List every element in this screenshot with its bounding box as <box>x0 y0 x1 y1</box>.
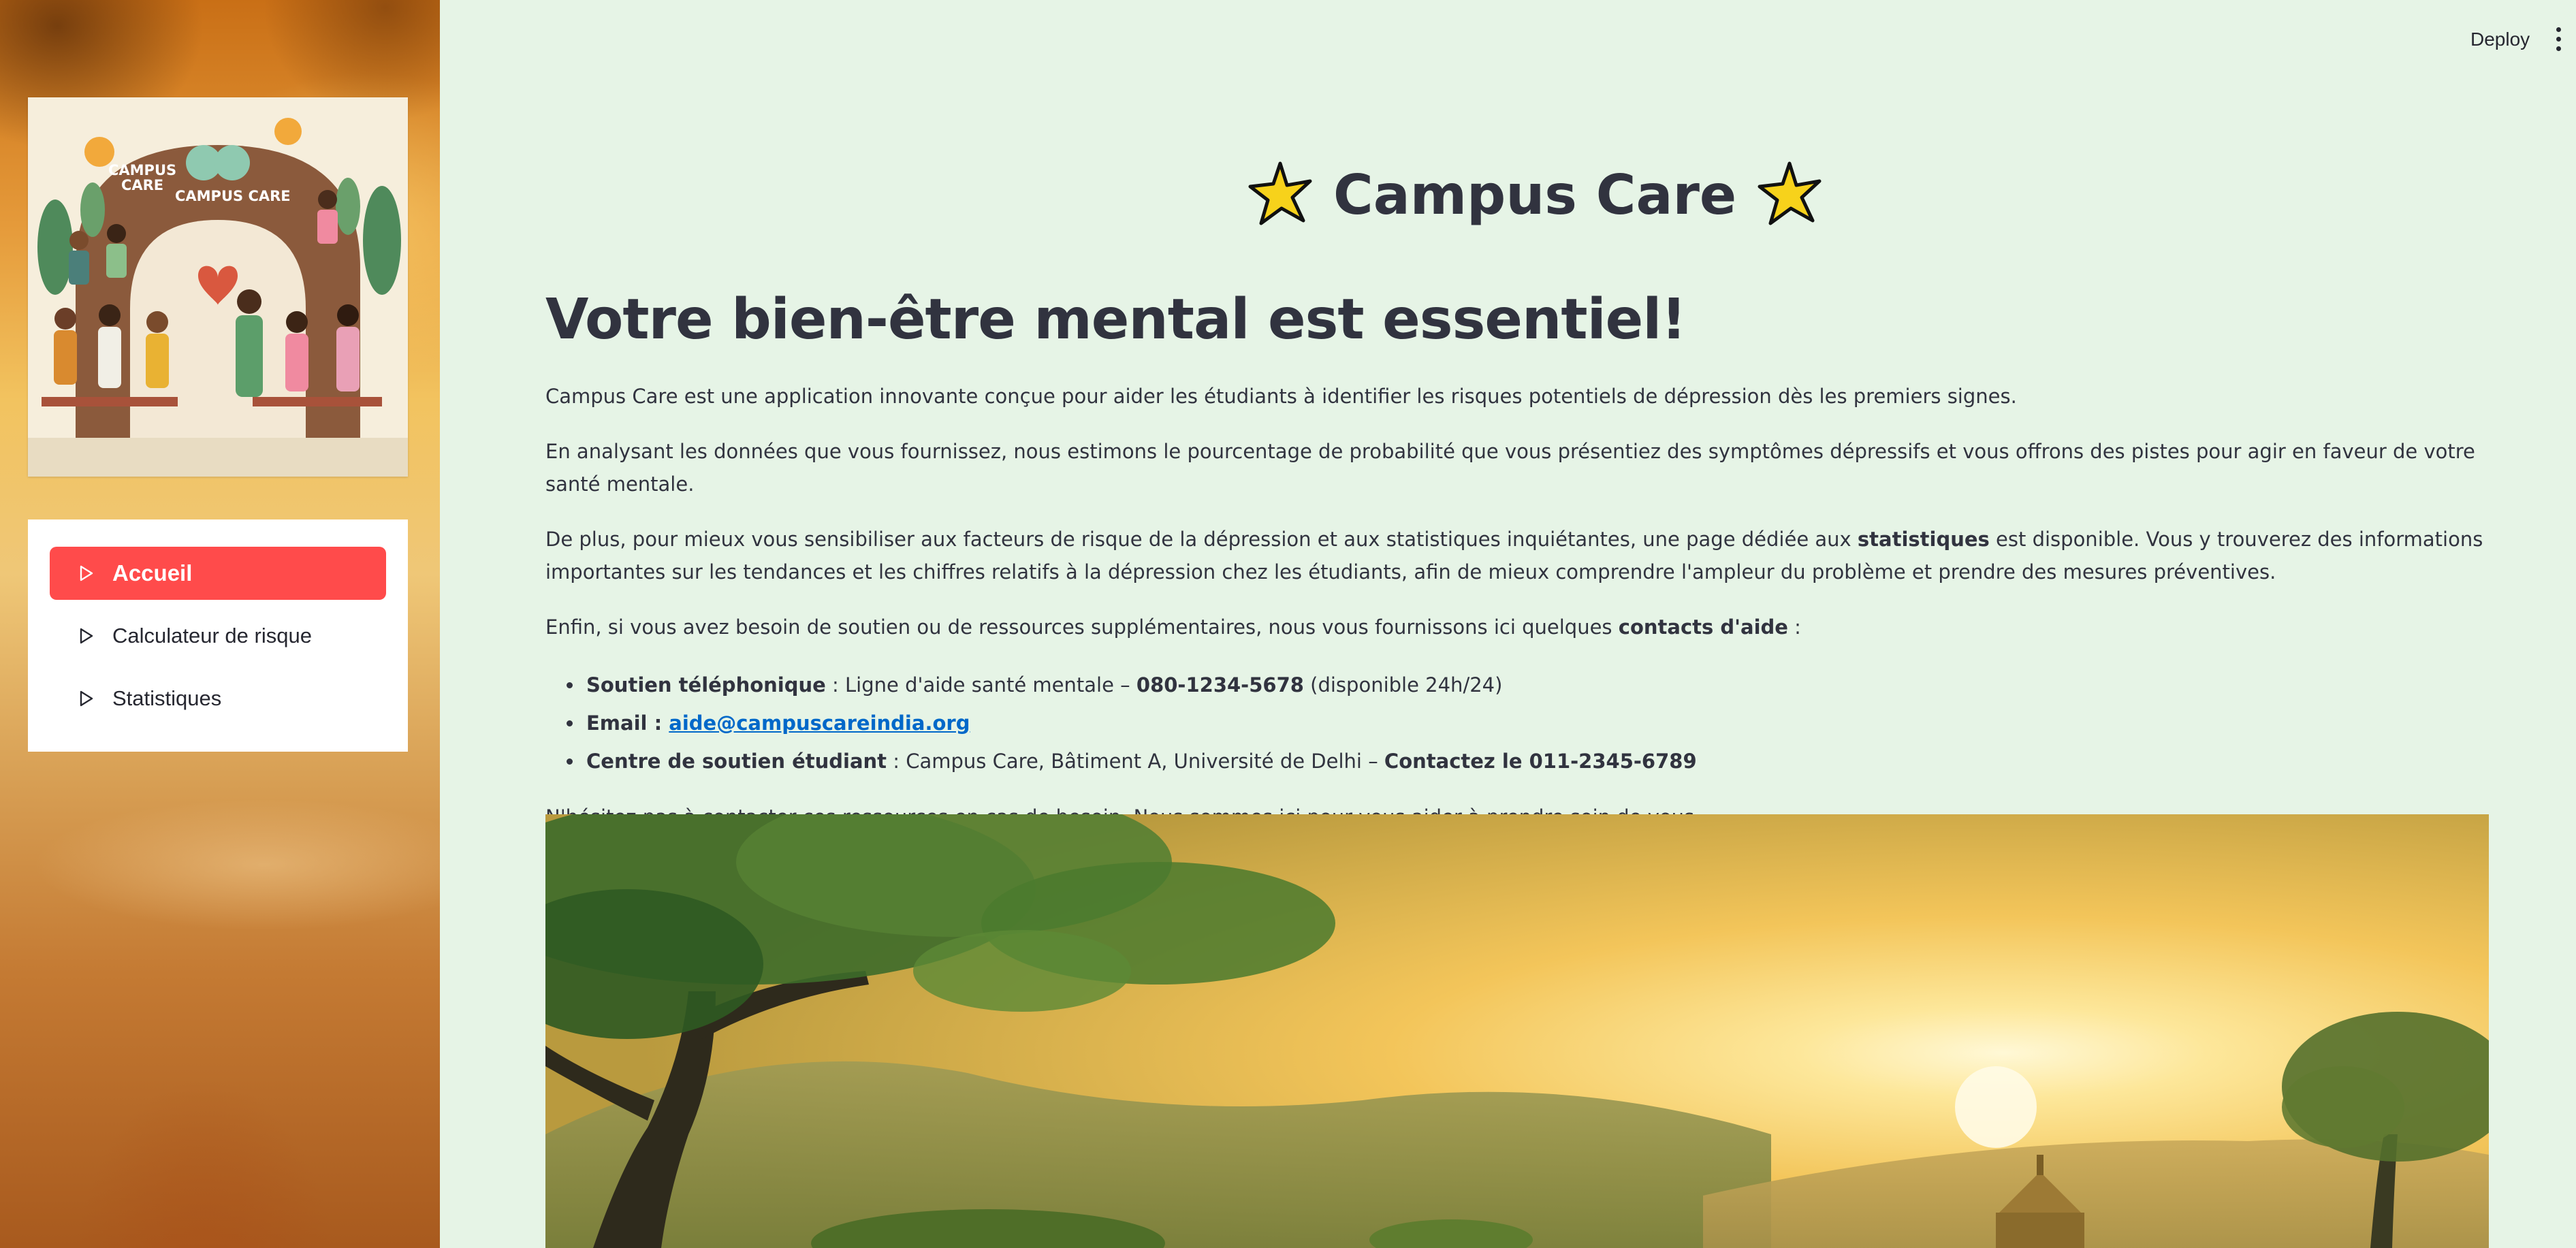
support-text-after: : <box>1787 615 1801 639</box>
hero-landscape-image <box>545 814 2489 1248</box>
support-paragraph: Enfin, si vous avez besoin de soutien ou… <box>545 611 2493 643</box>
phone-label: Soutien téléphonique <box>586 673 826 697</box>
kebab-menu-icon[interactable] <box>2554 27 2563 52</box>
home-page-body: Votre bien-être mental est essentiel! Ca… <box>545 286 2493 856</box>
list-item-center: Centre de soutien étudiant : Campus Care… <box>584 742 2493 780</box>
logo-illustration <box>28 97 408 477</box>
statistics-bold: statistiques <box>1857 528 1990 551</box>
app-title: Campus Care <box>1246 161 1824 229</box>
email-separator: : <box>647 711 669 735</box>
statistics-paragraph: De plus, pour mieux vous sensibiliser au… <box>545 523 2493 588</box>
app-title-text: Campus Care <box>1333 163 1737 227</box>
statistics-text-before: De plus, pour mieux vous sensibiliser au… <box>545 528 1858 551</box>
logo-title-small: CAMPUS CARE <box>108 163 176 193</box>
center-address: : Campus Care, Bâtiment A, Université de… <box>887 750 1384 773</box>
phone-number: 080-1234-5678 <box>1136 673 1304 697</box>
nav-label: Calculateur de risque <box>112 624 312 647</box>
nav-item-calculateur-de-risque[interactable]: Calculateur de risque <box>50 609 386 662</box>
center-contact: Contactez le 011-2345-6789 <box>1384 750 1697 773</box>
support-bold: contacts d'aide <box>1618 615 1788 639</box>
logo-title-line1: CAMPUS <box>108 162 177 178</box>
play-triangle-icon <box>80 628 93 644</box>
sunrise-landscape <box>545 814 2489 1248</box>
nav-label: Accueil <box>112 560 193 586</box>
phone-text: : Ligne d'aide santé mentale – <box>825 673 1136 697</box>
list-item-email: Email : aide@campuscareindia.org <box>584 704 2493 742</box>
sidebar: CAMPUS CARE CAMPUS CARE Accueil Calculat… <box>0 0 440 1248</box>
phone-availability: (disponible 24h/24) <box>1303 673 1503 697</box>
logo-title-line2: CARE <box>121 177 164 193</box>
page-heading: Votre bien-être mental est essentiel! <box>545 287 1687 352</box>
help-contacts-list: Soutien téléphonique : Ligne d'aide sant… <box>545 666 2493 780</box>
email-link[interactable]: aide@campuscareindia.org <box>669 711 970 735</box>
play-triangle-icon <box>80 690 93 707</box>
support-text-before: Enfin, si vous avez besoin de soutien ou… <box>545 615 1619 639</box>
analysis-paragraph: En analysant les données que vous fourni… <box>545 440 2475 496</box>
logo-banner: CAMPUS CARE <box>175 188 291 204</box>
play-triangle-icon <box>80 565 93 581</box>
intro-paragraph: Campus Care est une application innovant… <box>545 385 2017 408</box>
list-item-phone: Soutien téléphonique : Ligne d'aide sant… <box>584 666 2493 704</box>
campus-care-logo: CAMPUS CARE CAMPUS CARE <box>28 97 408 477</box>
star-icon <box>1248 161 1312 225</box>
email-label: Email <box>586 711 648 735</box>
star-icon <box>1758 161 1822 225</box>
deploy-button[interactable]: Deploy <box>2470 29 2530 50</box>
nav-item-statistiques[interactable]: Statistiques <box>50 672 386 725</box>
nav-label: Statistiques <box>112 686 222 710</box>
page-navigation: Accueil Calculateur de risque Statistiqu… <box>28 519 408 752</box>
center-label: Centre de soutien étudiant <box>586 750 887 773</box>
nav-item-accueil[interactable]: Accueil <box>50 547 386 600</box>
sidebar-background-path <box>27 817 381 1248</box>
